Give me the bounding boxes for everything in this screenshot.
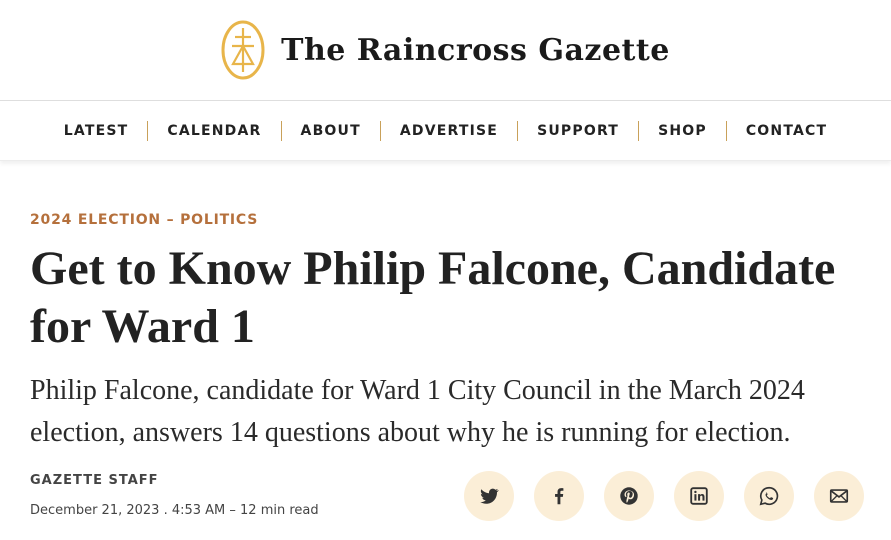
twitter-icon bbox=[480, 488, 499, 504]
nav-item-calendar[interactable]: CALENDAR bbox=[148, 122, 280, 140]
nav-item-contact[interactable]: CONTACT bbox=[727, 122, 846, 140]
facebook-icon bbox=[555, 488, 564, 505]
article-dateline: December 21, 2023 . 4:53 AM – 12 min rea… bbox=[30, 503, 319, 518]
article-headline: Get to Know Philip Falcone, Candidate fo… bbox=[30, 242, 836, 353]
email-icon bbox=[829, 489, 849, 503]
nav-item-latest[interactable]: LATEST bbox=[45, 122, 148, 140]
site-logo-text[interactable]: The Raincross Gazette bbox=[281, 33, 670, 68]
author-byline[interactable]: GAZETTE STAFF bbox=[30, 473, 159, 488]
share-pinterest-button[interactable] bbox=[604, 471, 654, 521]
share-whatsapp-button[interactable] bbox=[744, 471, 794, 521]
article-dek: Philip Falcone, candidate for Ward 1 Cit… bbox=[30, 375, 805, 448]
nav-item-support[interactable]: SUPPORT bbox=[518, 122, 638, 140]
nav-item-shop[interactable]: SHOP bbox=[639, 122, 726, 140]
share-buttons bbox=[464, 471, 864, 521]
share-twitter-button[interactable] bbox=[464, 471, 514, 521]
pinterest-icon bbox=[620, 487, 638, 505]
raincross-emblem-icon[interactable] bbox=[221, 20, 265, 80]
share-facebook-button[interactable] bbox=[534, 471, 584, 521]
linkedin-icon bbox=[690, 487, 708, 505]
whatsapp-icon bbox=[759, 486, 779, 506]
main-nav: LATEST CALENDAR ABOUT ADVERTISE SUPPORT … bbox=[0, 101, 891, 161]
nav-item-advertise[interactable]: ADVERTISE bbox=[381, 122, 517, 140]
share-linkedin-button[interactable] bbox=[674, 471, 724, 521]
nav-item-about[interactable]: ABOUT bbox=[282, 122, 380, 140]
share-email-button[interactable] bbox=[814, 471, 864, 521]
masthead: The Raincross Gazette bbox=[0, 0, 891, 101]
article-kicker[interactable]: 2024 ELECTION – POLITICS bbox=[30, 212, 258, 228]
